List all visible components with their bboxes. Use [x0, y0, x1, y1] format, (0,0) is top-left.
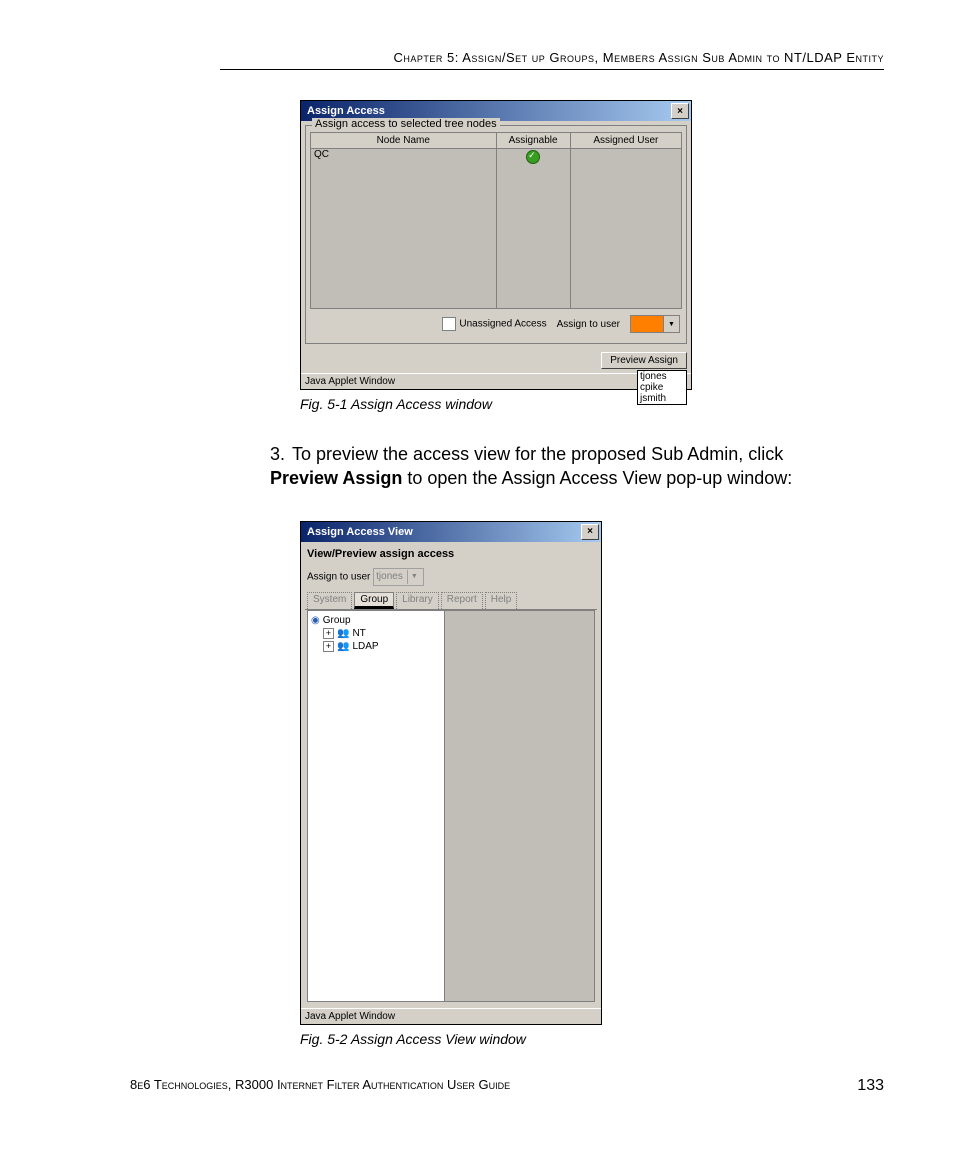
controls-row: Unassigned Access Assign to user	[310, 309, 682, 339]
chevron-down-icon	[407, 570, 421, 584]
tab-report[interactable]: Report	[441, 592, 483, 609]
dropdown-option[interactable]: jsmith	[638, 393, 686, 404]
close-icon[interactable]: ×	[581, 524, 599, 540]
tree-label: LDAP	[352, 641, 378, 652]
col-node-name: Node Name	[311, 133, 497, 149]
status-bar: Java Applet Window Java Apple	[301, 373, 691, 389]
combo-value: tjones	[376, 571, 403, 582]
tree-node-ldap[interactable]: + 👥 LDAP	[311, 640, 441, 653]
page-number: 133	[857, 1077, 884, 1095]
window-title: Assign Access View	[307, 526, 413, 538]
detail-pane	[445, 611, 594, 1001]
access-table: Node Name Assignable Assigned User QC	[310, 132, 682, 309]
status-text: Java Applet Window	[305, 376, 395, 387]
unassigned-access-checkbox[interactable]: Unassigned Access	[442, 317, 546, 331]
bottom-bar: tjones cpike jsmith Preview Assign	[301, 348, 691, 373]
step-3-text: 3.To preview the access view for the pro…	[270, 442, 814, 491]
panel-subtitle: View/Preview assign access	[305, 546, 597, 566]
text-bold: Preview Assign	[270, 468, 402, 488]
assign-to-user-combo: tjones	[373, 568, 424, 586]
figure-2: Assign Access View × View/Preview assign…	[300, 521, 884, 1047]
text-part-1: To preview the access view for the propo…	[292, 444, 783, 464]
people-icon: 👥	[337, 628, 349, 639]
window-title: Assign Access	[307, 105, 385, 117]
cell-node-name: QC	[311, 149, 497, 169]
col-assigned-user: Assigned User	[570, 133, 681, 149]
split-pane: ◉ Group + 👥 NT + 👥 LDAP	[307, 610, 595, 1002]
assign-to-user-label: Assign to user	[307, 571, 370, 582]
cell-assignable	[496, 149, 570, 169]
cell-assigned-user	[570, 149, 681, 169]
tree-label: Group	[323, 615, 351, 626]
tree-label: NT	[352, 628, 365, 639]
tab-library[interactable]: Library	[396, 592, 439, 609]
tab-help[interactable]: Help	[485, 592, 518, 609]
dropdown-list[interactable]: tjones cpike jsmith	[637, 370, 687, 405]
dropdown-option[interactable]: cpike	[638, 382, 686, 393]
figure-2-caption: Fig. 5-2 Assign Access View window	[300, 1031, 884, 1047]
expand-icon[interactable]: +	[323, 641, 334, 652]
unassigned-access-label: Unassigned Access	[459, 319, 546, 330]
fieldset-legend: Assign access to selected tree nodes	[312, 118, 500, 130]
table-row[interactable]: QC	[311, 149, 682, 169]
check-icon	[526, 150, 540, 164]
titlebar: Assign Access View ×	[301, 522, 601, 542]
page-header: Chapter 5: Assign/Set up Groups, Members…	[220, 50, 884, 70]
chevron-down-icon	[663, 316, 679, 332]
assign-access-window: Assign Access × Assign access to selecte…	[300, 100, 692, 390]
figure-1: Assign Access × Assign access to selecte…	[300, 100, 884, 412]
tree-view[interactable]: ◉ Group + 👥 NT + 👥 LDAP	[308, 611, 445, 1001]
fieldset: Assign access to selected tree nodes Nod…	[305, 125, 687, 344]
figure-1-caption: Fig. 5-1 Assign Access window	[300, 396, 884, 412]
people-icon: 👥	[337, 641, 349, 652]
tab-system[interactable]: System	[307, 592, 352, 609]
tree-node-nt[interactable]: + 👥 NT	[311, 627, 441, 640]
tab-group[interactable]: Group	[354, 592, 394, 609]
group-icon: ◉	[311, 615, 320, 626]
assign-access-view-window: Assign Access View × View/Preview assign…	[300, 521, 602, 1025]
preview-assign-button[interactable]: Preview Assign	[601, 352, 687, 369]
assign-to-user-dropdown[interactable]	[630, 315, 680, 333]
text-part-2: to open the Assign Access View pop-up wi…	[402, 468, 792, 488]
page-footer: 8e6 Technologies, R3000 Internet Filter …	[130, 1077, 884, 1095]
footer-text: 8e6 Technologies, R3000 Internet Filter …	[130, 1077, 510, 1095]
dropdown-option[interactable]: tjones	[638, 371, 686, 382]
expand-icon[interactable]: +	[323, 628, 334, 639]
step-number: 3.	[270, 442, 292, 466]
col-assignable: Assignable	[496, 133, 570, 149]
assign-to-user-label: Assign to user	[557, 319, 620, 330]
tree-root[interactable]: ◉ Group	[311, 614, 441, 627]
close-icon[interactable]: ×	[671, 103, 689, 119]
status-bar: Java Applet Window	[301, 1008, 601, 1024]
tab-bar: System Group Library Report Help	[305, 592, 597, 610]
